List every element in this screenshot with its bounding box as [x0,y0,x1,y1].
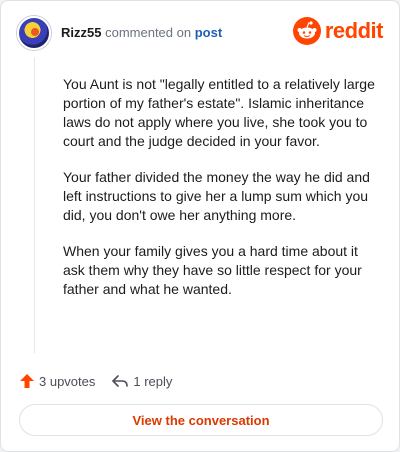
reddit-brand[interactable]: reddit [292,17,384,45]
comment-paragraph: When your family gives you a hard time a… [63,243,362,297]
comment-paragraph: Your father divided the money the way he… [63,169,370,223]
comment-card: Rizz55 commented on post reddit You Aunt… [0,0,400,452]
username[interactable]: Rizz55 [61,25,101,40]
user-avatar[interactable] [17,16,51,50]
reply-button[interactable]: 1 reply [111,373,172,389]
brand-name: reddit [324,18,384,43]
upvote-count: 3 upvotes [39,373,96,389]
reply-count: 1 reply [133,373,173,389]
post-link[interactable]: post [195,25,222,40]
view-conversation-button[interactable]: View the conversation [19,404,383,436]
comment-body: You Aunt is not "legally entitled to a r… [63,75,381,316]
upvote-arrow-icon [20,374,34,388]
comment-header: Rizz55 commented on post reddit [17,15,384,51]
thread-line [34,57,35,353]
comment-paragraph: You Aunt is not "legally entitled to a r… [63,76,375,149]
commented-on-text: commented on [105,25,192,40]
comment-meta: Rizz55 commented on post [61,25,222,41]
upvote-button[interactable]: 3 upvotes [19,373,95,389]
comment-actions: 3 upvotes 1 reply [19,370,188,392]
reply-arrow-icon [112,375,129,387]
reddit-logo-icon [292,17,321,45]
